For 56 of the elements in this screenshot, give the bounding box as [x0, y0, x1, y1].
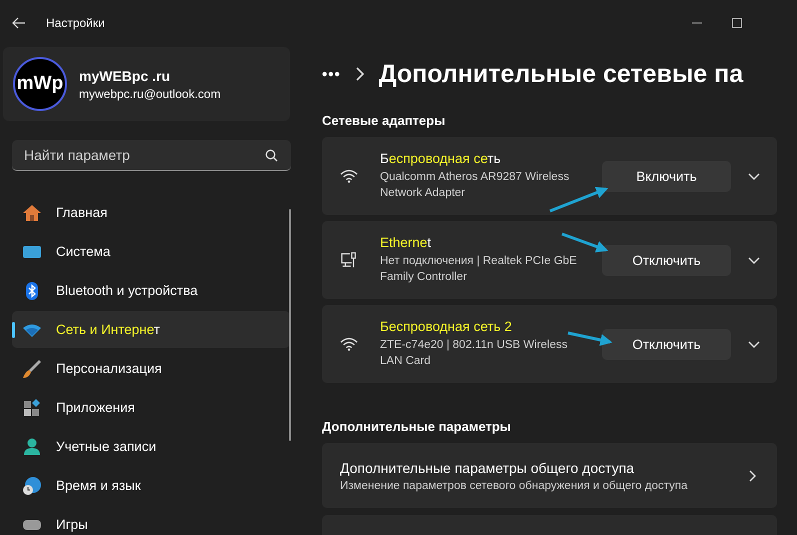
- search-icon: [265, 149, 278, 162]
- adapter-toggle-button[interactable]: Отключить: [602, 244, 731, 276]
- section-title: Дополнительные параметры: [322, 419, 512, 434]
- maximize-icon[interactable]: [731, 16, 743, 28]
- adapter-description: Qualcomm Atheros AR9287 Wireless Network Adapter: [380, 170, 570, 201]
- window-title: Настройки: [46, 16, 105, 30]
- sidebar-item-label: Bluetooth и устройства: [56, 283, 198, 298]
- wifi-icon: [340, 167, 358, 185]
- adapter-name: Беспроводная сеть 2: [380, 319, 512, 334]
- apps-icon: [22, 398, 42, 418]
- setting-title: Дополнительные параметры общего доступа: [340, 460, 636, 476]
- sidebar-item-label: Игры: [56, 517, 88, 532]
- sidebar-item-label: Система: [56, 244, 110, 259]
- page-title: Дополнительные сетевые па: [378, 60, 744, 88]
- ethernet-monitor-icon: [340, 251, 358, 269]
- sidebar-item-label: Персонализация: [56, 361, 162, 376]
- sidebar-item[interactable]: Главная: [12, 194, 290, 231]
- adapter-toggle-button[interactable]: Отключить: [602, 328, 731, 360]
- back-arrow-icon[interactable]: [12, 16, 26, 30]
- sidebar-item[interactable]: Учетные записи: [12, 428, 290, 465]
- avatar-logo: mWp: [13, 57, 67, 111]
- adapter-name: Беспроводная сеть: [380, 151, 501, 166]
- scrollbar[interactable]: [289, 209, 291, 441]
- sidebar-item[interactable]: Персонализация: [12, 350, 290, 387]
- sidebar-item[interactable]: Система: [12, 233, 290, 270]
- search-field[interactable]: Найти параметр: [12, 140, 291, 171]
- sidebar-item-label: Учетные записи: [56, 439, 156, 454]
- house-icon: [22, 202, 42, 222]
- sidebar-item[interactable]: Игры: [12, 506, 290, 535]
- settings-link-card[interactable]: Дополнительные параметры общего доступа Изменение параметров сетевого обнаружения и общего доступа: [322, 443, 777, 508]
- section-title: Сетевые адаптеры: [322, 113, 446, 128]
- sidebar-item[interactable]: Время и язык: [12, 467, 290, 504]
- sidebar-item-label: Главная: [56, 205, 108, 220]
- chevron-right-icon: [354, 67, 365, 81]
- sidebar-item-label: Время и язык: [56, 478, 141, 493]
- adapter-toggle-button[interactable]: Включить: [602, 160, 731, 192]
- sidebar-item[interactable]: Bluetooth и устройства: [12, 272, 290, 309]
- setting-description: Изменение параметров сетевого обнаружения и общего доступа: [340, 480, 689, 492]
- wifi-icon: [340, 335, 358, 353]
- breadcrumb-more[interactable]: •••: [322, 66, 341, 82]
- sidebar-item-label: Приложения: [56, 400, 135, 415]
- annotation-arrow: [549, 186, 608, 212]
- adapter-description: Нет подключения | Realtek PCIe GbE Family Controller: [380, 254, 578, 285]
- person-icon: [22, 436, 42, 456]
- adapter-name: Ethernet: [380, 235, 432, 250]
- profile-card[interactable]: mWp myWEBpc .ru mywebpc.ru@outlook.com: [3, 47, 290, 121]
- profile-email: mywebpc.ru@outlook.com: [79, 86, 221, 100]
- globe-clock-icon: [22, 476, 42, 496]
- annotation-arrow: [568, 332, 612, 346]
- sidebar-item[interactable]: Приложения: [12, 389, 290, 426]
- adapter-description: ZTE-c74e20 | 802.11n USB Wireless LAN Card: [380, 338, 568, 369]
- sidebar-item[interactable]: Сеть и Интернет: [12, 311, 290, 348]
- sidebar-item-label: Сеть и Интернет: [56, 322, 160, 337]
- brush-icon: [22, 358, 42, 378]
- profile-name: myWEBpc .ru: [79, 68, 172, 84]
- annotation-arrow: [561, 232, 608, 252]
